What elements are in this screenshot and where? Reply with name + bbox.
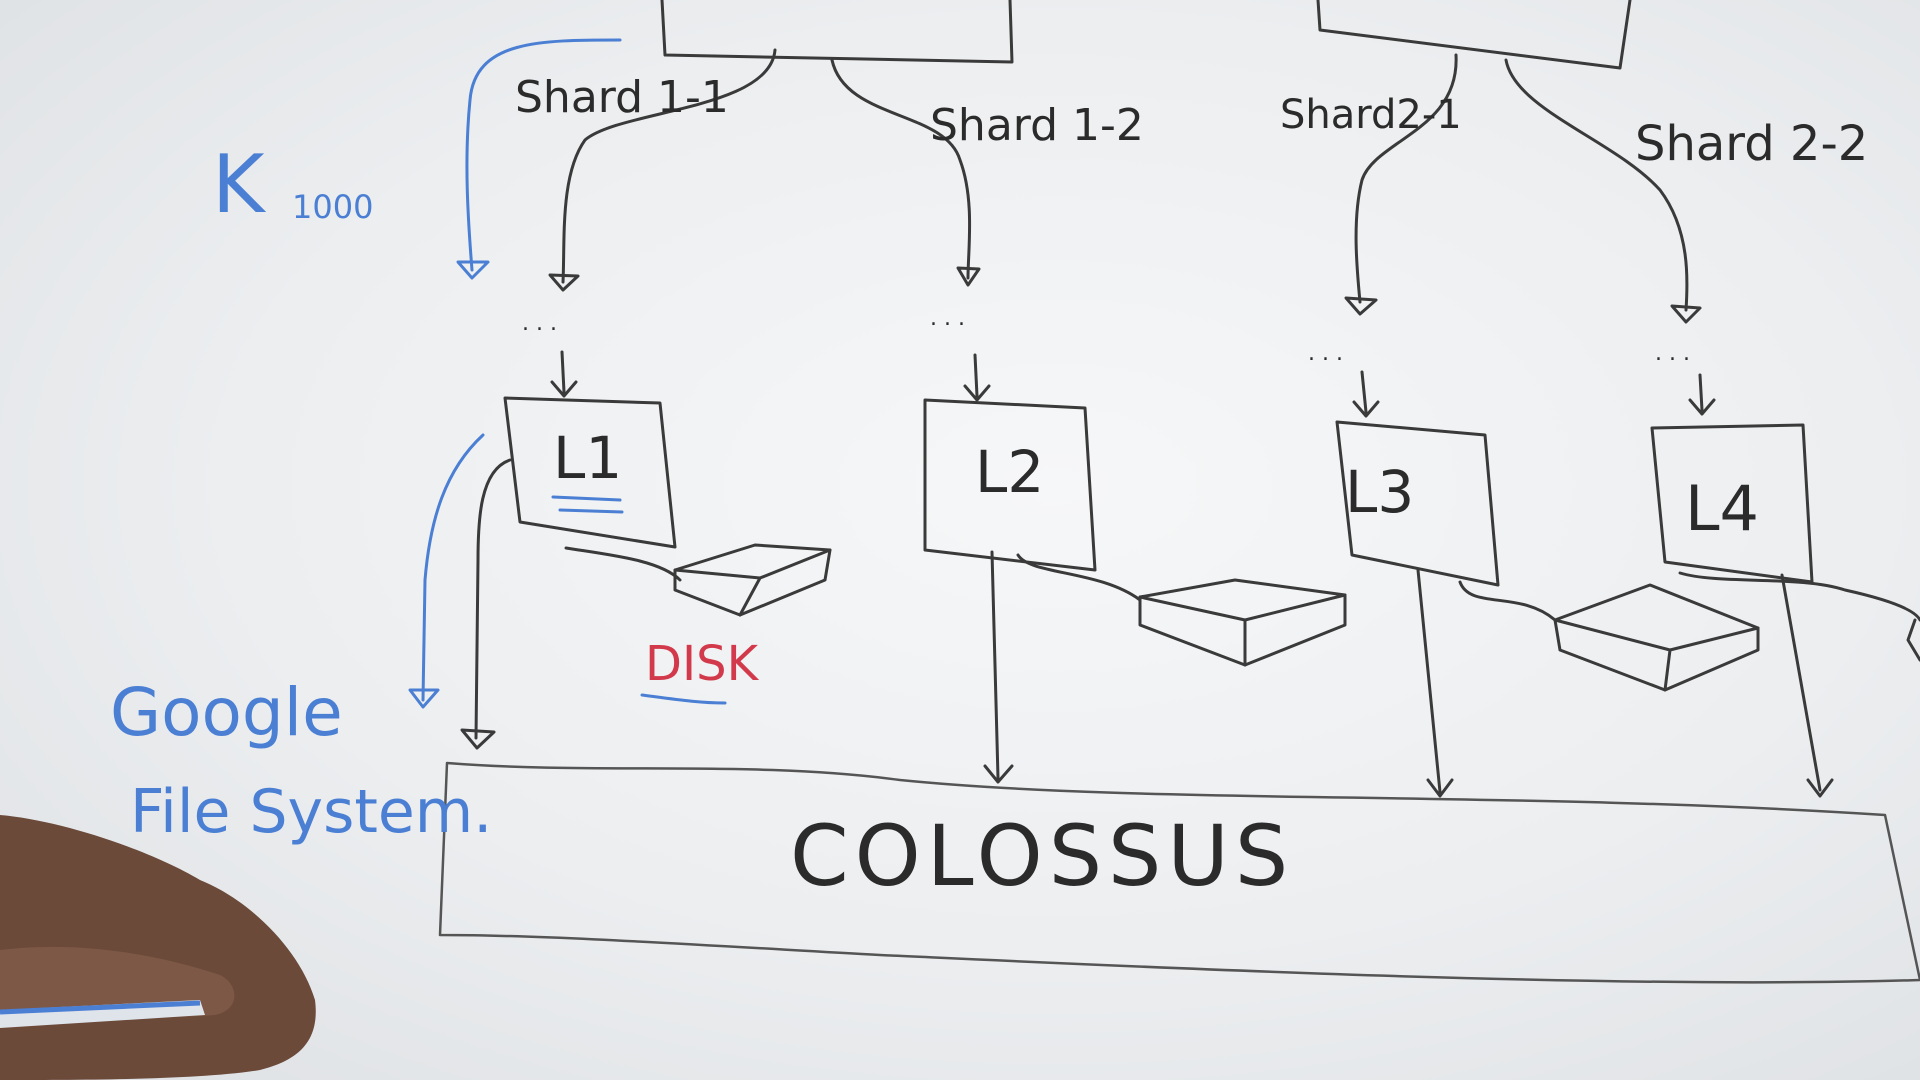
disk-3-cable — [1458, 580, 1557, 622]
k-subscript: 1000 — [292, 188, 373, 226]
leaf-label-l2: L2 — [975, 438, 1044, 506]
leaf-label-l3: L3 — [1345, 458, 1414, 526]
leaf-label-l1: L1 — [553, 424, 622, 492]
server-box-1 — [660, 0, 1014, 64]
arrowhead-3 — [1344, 296, 1378, 316]
disk-2 — [1138, 578, 1347, 667]
shard-label-1-2: Shard 1-2 — [930, 100, 1144, 151]
shard-label-1-1: Shard 1-1 — [515, 72, 729, 123]
colossus-label: COLOSSUS — [790, 807, 1294, 905]
shard-1-2-arrow — [830, 58, 972, 280]
disk-1-cable — [564, 546, 682, 582]
l1-underline — [551, 495, 624, 514]
dots-1: . . . — [522, 311, 557, 336]
shard-2-2-arrow — [1504, 58, 1689, 312]
l4-to-colossus — [1780, 573, 1834, 798]
whiteboard-drawing: . . . . . . . . . . . . L1 L2 L3 L4 Shar… — [0, 0, 1920, 1080]
gfs-blue-arrow — [421, 433, 485, 702]
presenter-hand — [0, 815, 316, 1080]
disk-3 — [1553, 583, 1760, 692]
dots-3: . . . — [1308, 341, 1343, 366]
disk-label: DISK — [645, 636, 760, 692]
leaf-arrow-2 — [963, 353, 991, 402]
disk-underline — [640, 693, 727, 705]
dots-4: . . . — [1655, 341, 1690, 366]
leaf-arrow-4 — [1688, 373, 1716, 416]
k-label: K — [212, 138, 267, 231]
shard-label-2-1: Shard2-1 — [1280, 92, 1462, 138]
arrowhead-4 — [1670, 304, 1702, 324]
leaf-arrow-1 — [550, 350, 578, 398]
shard-label-2-2: Shard 2-2 — [1635, 116, 1868, 172]
leaf-arrow-3 — [1352, 370, 1380, 418]
server-box-2 — [1316, 0, 1632, 70]
l1-arrowhead — [460, 728, 496, 750]
l1-to-colossus — [474, 458, 512, 740]
gfs-label-line2: File System. — [130, 777, 492, 847]
disk-1 — [673, 543, 832, 617]
gfs-label-line1: Google — [110, 674, 343, 751]
l3-to-colossus — [1416, 568, 1454, 798]
l2-to-colossus — [983, 550, 1014, 784]
disk-4-edge — [1906, 618, 1920, 662]
whiteboard: . . . . . . . . . . . . L1 L2 L3 L4 Shar… — [0, 0, 1920, 1080]
leaf-label-l4: L4 — [1685, 472, 1759, 545]
dots-2: . . . — [930, 306, 965, 331]
